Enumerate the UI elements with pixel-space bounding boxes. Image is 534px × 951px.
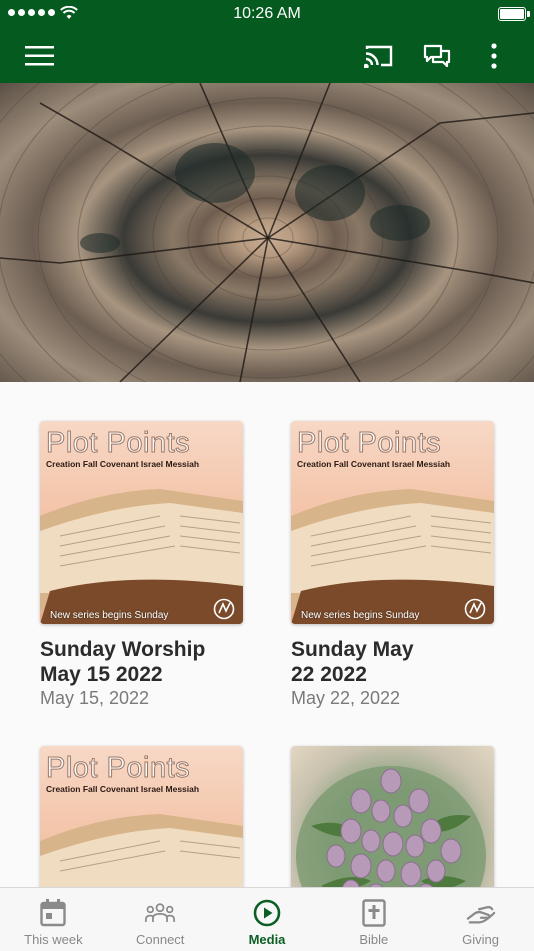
cast-button[interactable] xyxy=(355,28,403,83)
media-thumbnail: Plot Points Creation Fall Covenant Israe… xyxy=(291,421,494,624)
series-subtitle: Creation Fall Covenant Israel Messiah xyxy=(46,784,200,794)
calendar-icon xyxy=(40,899,67,927)
tab-this-week[interactable]: This week xyxy=(0,888,107,951)
tulips-image xyxy=(296,766,486,887)
series-footer: New series begins Sunday xyxy=(301,610,420,621)
chat-button[interactable] xyxy=(413,28,461,83)
series-subtitle: Creation Fall Covenant Israel Messiah xyxy=(297,459,451,469)
tree-rings-image xyxy=(0,83,534,382)
series-title: Plot Points xyxy=(45,752,191,785)
battery-icon xyxy=(498,7,530,21)
series-title: Plot Points xyxy=(296,427,442,460)
media-thumbnail: Plot Points Creation Fall Covenant Israe… xyxy=(40,421,243,624)
status-time: 10:26 AM xyxy=(233,5,301,22)
giving-hand-icon xyxy=(466,906,495,924)
media-card[interactable]: Plot Points Creation Fall Covenant Israe… xyxy=(40,746,243,887)
hero-banner-image xyxy=(0,83,534,382)
church-logo-icon xyxy=(464,598,486,620)
tab-giving[interactable]: Giving xyxy=(427,888,534,951)
tab-label: Media xyxy=(248,932,286,947)
series-subtitle: Creation Fall Covenant Israel Messiah xyxy=(46,459,200,469)
tab-media[interactable]: Media xyxy=(214,888,321,951)
people-group-icon xyxy=(145,903,176,922)
media-thumbnail xyxy=(291,746,494,887)
media-date: May 15, 2022 xyxy=(40,688,150,708)
tab-label: Giving xyxy=(462,932,500,947)
media-card[interactable]: Plot Points Creation Fall Covenant Israe… xyxy=(291,421,494,709)
more-options-button[interactable] xyxy=(470,28,518,83)
status-bar: 10:26 AM xyxy=(0,0,534,28)
media-card[interactable]: Plot Points Creation Fall Covenant Israe… xyxy=(40,421,243,709)
hamburger-menu-icon xyxy=(25,45,54,65)
series-title: Plot Points xyxy=(45,427,191,460)
menu-button[interactable] xyxy=(16,28,64,83)
media-card[interactable] xyxy=(291,746,494,887)
cast-icon xyxy=(364,45,393,68)
bottom-tab-bar: This week Connect Media Bible Giving xyxy=(0,887,534,951)
more-vertical-icon xyxy=(491,42,497,69)
chat-bubbles-icon xyxy=(423,44,451,67)
app-bar xyxy=(0,28,534,83)
church-logo-icon xyxy=(213,598,235,620)
series-footer: New series begins Sunday xyxy=(50,610,169,621)
tab-label: Connect xyxy=(135,932,185,947)
tab-label: Bible xyxy=(359,932,389,947)
play-circle-icon xyxy=(253,899,281,927)
media-title: Sunday May 22 2022 xyxy=(291,638,414,686)
bible-cross-icon xyxy=(362,899,386,927)
media-title: Sunday Worship May 15 2022 xyxy=(40,638,206,686)
tab-label: This week xyxy=(24,932,83,947)
tab-connect[interactable]: Connect xyxy=(107,888,214,951)
media-thumbnail: Plot Points Creation Fall Covenant Israe… xyxy=(40,746,243,887)
tab-bible[interactable]: Bible xyxy=(320,888,427,951)
media-date: May 22, 2022 xyxy=(291,688,401,708)
media-grid: Plot Points Creation Fall Covenant Israe… xyxy=(0,382,534,887)
